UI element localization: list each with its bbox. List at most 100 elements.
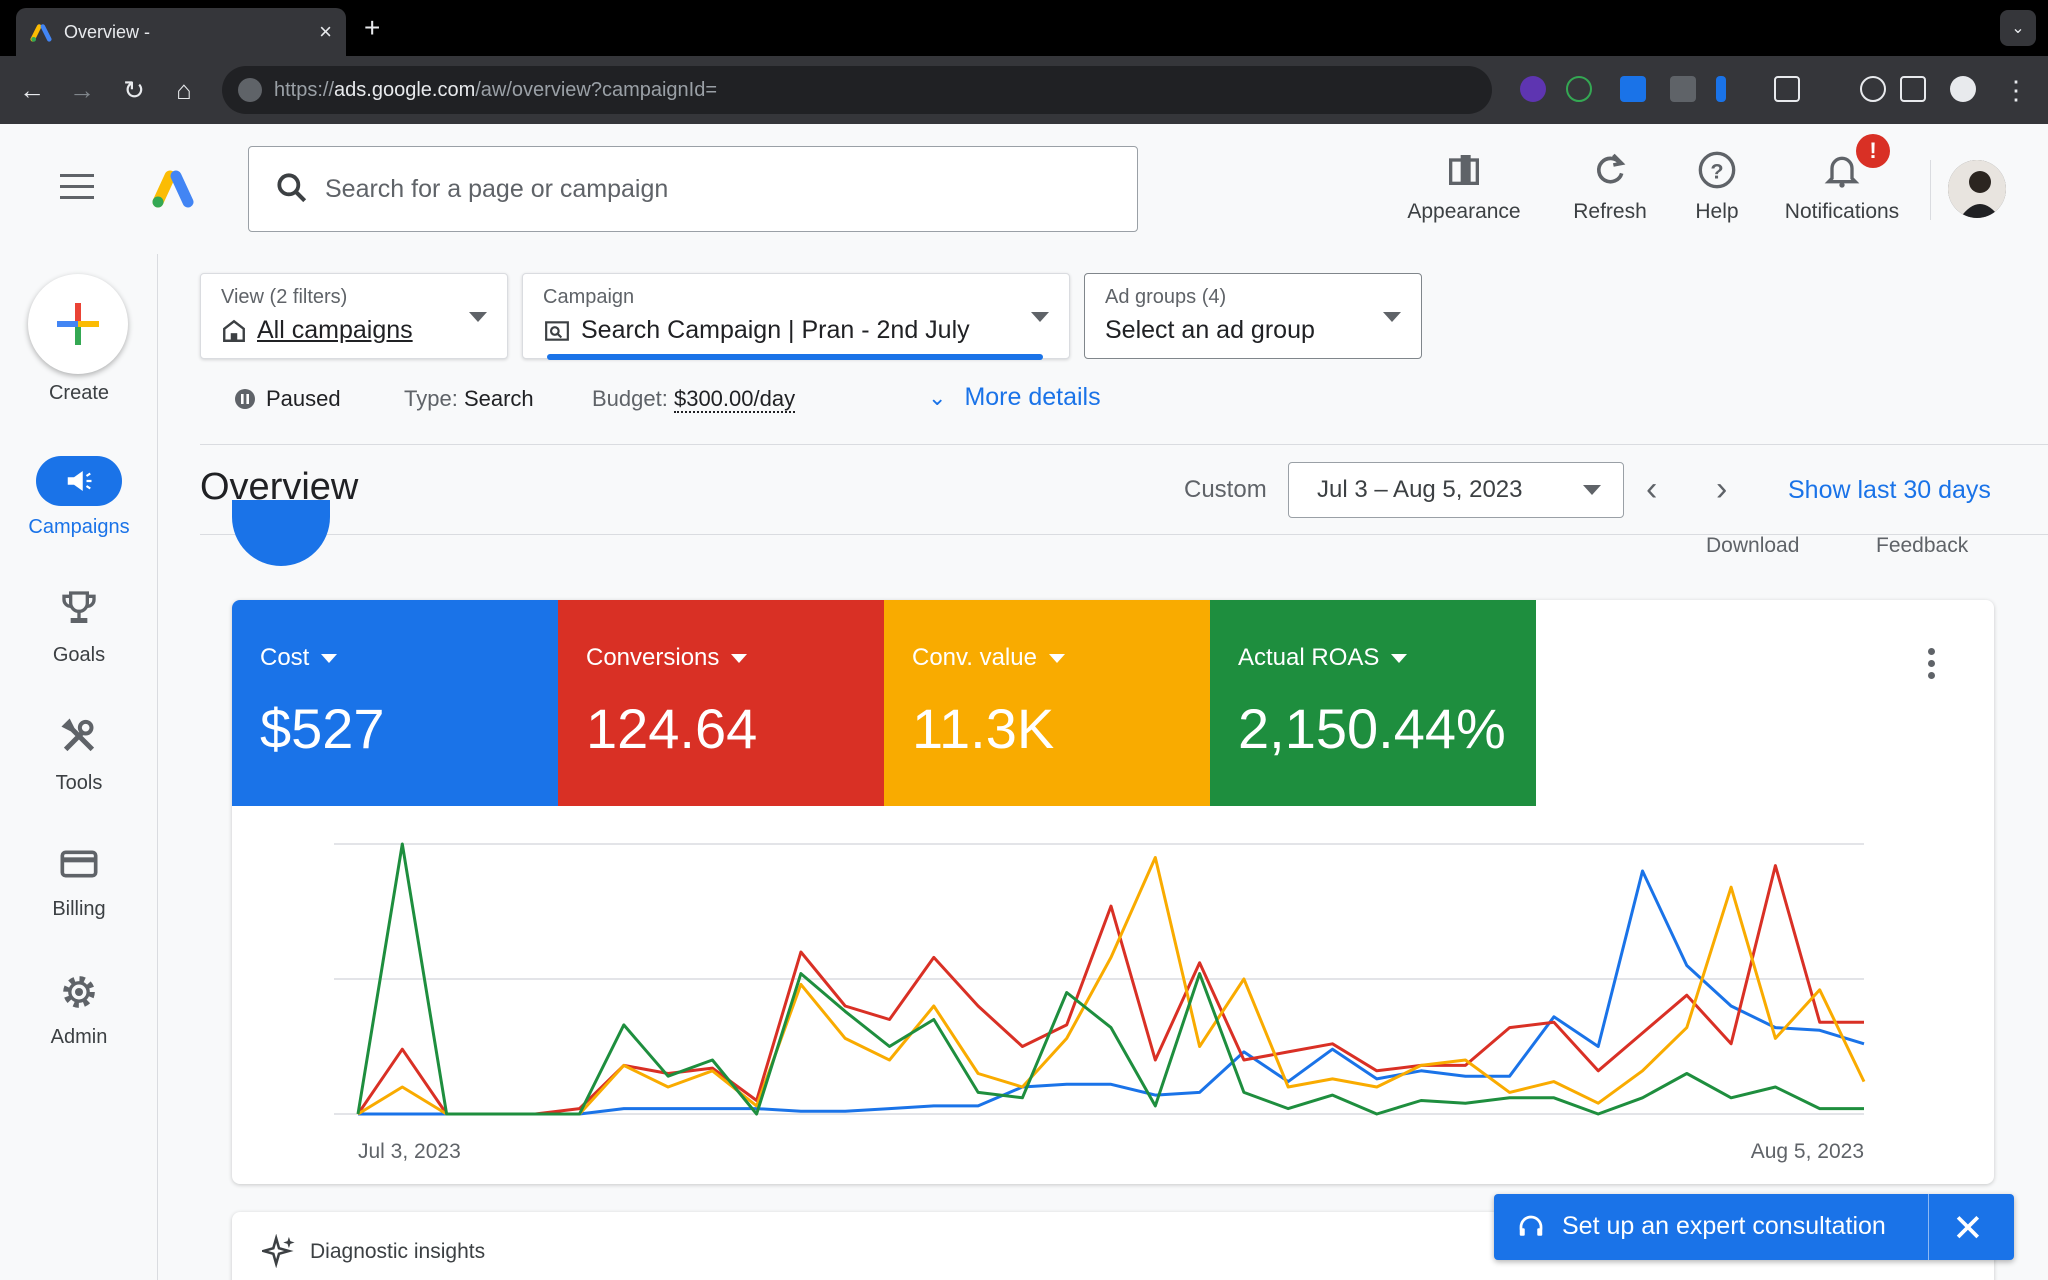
feedback-button[interactable]: Feedback [1876, 534, 1968, 558]
ad-group-select[interactable]: Ad groups (4) Select an ad group [1084, 273, 1422, 359]
metric-tile-cost[interactable]: Cost $527 [232, 600, 558, 806]
new-tab-button[interactable]: + [364, 12, 380, 44]
tools-label[interactable]: Tools [0, 772, 158, 795]
campaigns-label[interactable]: Campaigns [0, 516, 158, 539]
megaphone-icon [67, 471, 92, 491]
ad-groups-label: Ad groups (4) [1105, 286, 1227, 308]
gear-icon [63, 976, 95, 1008]
account-avatar[interactable] [1948, 160, 2006, 218]
billing-nav-item[interactable] [0, 844, 158, 884]
side-panel-icon[interactable] [1900, 76, 1926, 102]
sync-icon[interactable] [1860, 76, 1886, 102]
refresh-icon [1596, 153, 1626, 184]
expert-consultation-banner[interactable]: Set up an expert consultation ✕ [1494, 1194, 2014, 1260]
budget-label: Budget: [592, 386, 668, 411]
campaigns-nav-item[interactable] [0, 456, 158, 506]
google-ads-favicon-icon [30, 24, 52, 42]
chevron-down-icon [1583, 485, 1601, 495]
back-arrow-icon[interactable]: ← [16, 74, 48, 106]
profile-avatar[interactable] [1950, 76, 1976, 102]
extension-icon[interactable] [1620, 76, 1646, 102]
help-label: Help [1695, 200, 1739, 223]
more-options-icon[interactable] [1928, 648, 1935, 684]
appearance-button[interactable]: Appearance [1402, 148, 1526, 224]
extension-icon[interactable] [1520, 76, 1546, 102]
metric-tile-conv-value[interactable]: Conv. value 11.3K [884, 600, 1210, 806]
hamburger-menu-icon[interactable] [60, 174, 94, 207]
goals-label[interactable]: Goals [0, 644, 158, 667]
extensions-puzzle-icon[interactable] [1774, 76, 1800, 102]
view-filter-select[interactable]: View (2 filters) All campaigns [200, 273, 508, 359]
browser-tab[interactable]: Overview - × [16, 8, 346, 56]
extension-icon[interactable] [1566, 76, 1592, 102]
address-bar[interactable]: https://ads.google.com/aw/overview?campa… [222, 66, 1492, 114]
home-icon[interactable]: ⌂ [168, 74, 200, 106]
plus-icon [57, 303, 99, 345]
view-filter-value[interactable]: All campaigns [257, 316, 413, 345]
tab-search-chevron-icon[interactable]: ⌄ [2000, 10, 2036, 46]
previous-period-icon[interactable]: ‹ [1646, 470, 1657, 509]
next-period-icon[interactable]: › [1716, 470, 1727, 509]
help-button[interactable]: ? Help [1680, 148, 1754, 224]
browser-menu-icon[interactable]: ⋮ [2000, 74, 2032, 106]
campaign-select[interactable]: Campaign Search Campaign | Pran - 2nd Ju… [522, 273, 1070, 360]
headset-icon [1519, 1215, 1543, 1236]
search-icon [277, 173, 307, 203]
campaign-label: Campaign [543, 286, 635, 308]
campaign-type: Type: Search [404, 386, 534, 412]
diagnostic-insights-label: Diagnostic insights [310, 1240, 486, 1263]
search-input[interactable]: Search for a page or campaign [248, 146, 1138, 232]
metric-label: Conv. value [912, 644, 1037, 671]
type-label: Type: [404, 386, 458, 411]
type-value: Search [463, 386, 534, 411]
site-info-icon[interactable] [238, 78, 262, 102]
metric-value: 124.64 [586, 697, 758, 760]
billing-label[interactable]: Billing [0, 898, 158, 921]
refresh-label: Refresh [1573, 200, 1647, 223]
google-ads-logo-icon[interactable] [150, 168, 196, 208]
metric-tile-actual-roas[interactable]: Actual ROAS 2,150.44% [1210, 600, 1536, 806]
dropdown-caret-icon [1391, 653, 1408, 663]
dropdown-caret-icon [1048, 653, 1065, 663]
divider [1928, 1194, 1929, 1260]
close-icon[interactable]: ✕ [1952, 1206, 1984, 1251]
trophy-icon [62, 591, 96, 623]
chevron-down-icon [1383, 312, 1401, 322]
metric-tile-conversions[interactable]: Conversions 124.64 [558, 600, 884, 806]
notifications-button[interactable]: Notifications ! [1772, 134, 1912, 224]
extension-icon[interactable] [1716, 76, 1726, 102]
selected-indicator [547, 354, 1043, 360]
create-button[interactable] [28, 274, 128, 374]
notifications-badge: ! [1856, 134, 1890, 168]
browser-toolbar: ← → ↻ ⌂ https://ads.google.com/aw/overvi… [0, 56, 2048, 124]
metric-label: Conversions [586, 644, 720, 671]
ads-header: Search for a page or campaign Appearance… [0, 124, 2048, 254]
tab-close-icon[interactable]: × [319, 19, 332, 45]
divider [200, 444, 2048, 445]
code-extension-icon[interactable] [1670, 76, 1696, 102]
refresh-button[interactable]: Refresh [1560, 148, 1660, 224]
budget-value[interactable]: $300.00/day [673, 386, 796, 413]
performance-line-chart: Jul 3, 2023 Aug 5, 2023 [334, 842, 1866, 1163]
search-placeholder: Search for a page or campaign [325, 174, 669, 203]
paused-icon [235, 389, 255, 409]
reload-icon[interactable]: ↻ [118, 74, 150, 106]
download-button[interactable]: Download [1706, 534, 1799, 558]
tools-nav-item[interactable] [0, 716, 158, 756]
search-campaign-icon [545, 320, 569, 341]
show-last-30-days-link[interactable]: Show last 30 days [1788, 476, 1991, 505]
metric-label: Cost [260, 644, 310, 671]
forward-arrow-icon[interactable]: → [66, 74, 98, 106]
goals-nav-item[interactable] [0, 588, 158, 628]
campaign-status: Paused [234, 386, 341, 412]
create-label: Create [48, 382, 110, 404]
metric-value: 11.3K [912, 697, 1055, 760]
admin-nav-item[interactable] [0, 972, 158, 1012]
appearance-icon [1449, 155, 1479, 185]
url-path: /aw/overview?campaignId= [475, 78, 718, 101]
admin-label[interactable]: Admin [0, 1026, 158, 1049]
credit-card-icon [60, 850, 98, 878]
scroll-fab[interactable] [232, 500, 330, 566]
date-range-select[interactable]: Jul 3 – Aug 5, 2023 [1288, 462, 1624, 518]
more-details-button[interactable]: ⌄ More details [928, 383, 1101, 412]
